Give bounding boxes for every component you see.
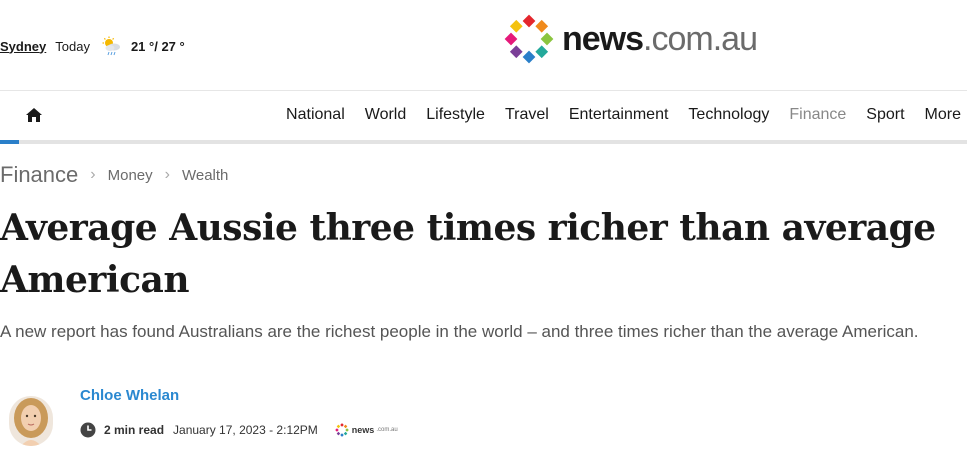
article-standfirst: A new report has found Australians are t… [0, 322, 919, 341]
logo-dot [535, 19, 549, 33]
nav-item-travel[interactable]: Travel [505, 105, 549, 125]
author-name[interactable]: Chloe Whelan [80, 387, 179, 404]
logo-dots-icon [504, 14, 554, 64]
author-avatar[interactable] [9, 396, 53, 446]
nav-item-lifestyle[interactable]: Lifestyle [426, 105, 485, 125]
news-com-au-logo-icon: news .com.au [334, 423, 398, 437]
weather-day: Today [55, 38, 90, 54]
breadcrumb-item-money[interactable]: Money [108, 167, 153, 184]
logo-dot [340, 423, 344, 427]
logo-wordmark: news.com.au [562, 20, 758, 58]
logo-dot [336, 431, 341, 436]
weather-temperatures: 21 °/ 27 ° [130, 38, 185, 54]
nav-item-entertainment[interactable]: Entertainment [569, 105, 669, 125]
logo-wordmark-news: news [562, 20, 644, 58]
nav-item-world[interactable]: World [365, 105, 407, 125]
logo-dot [343, 424, 348, 429]
article-headline: Average Aussie three times richer than a… [0, 207, 936, 301]
logo-dot [334, 428, 339, 432]
logo-dot [522, 14, 536, 28]
chevron-right-icon: › [164, 166, 170, 183]
article-meta: 2 min read January 17, 2023 - 2:12PM new… [80, 422, 398, 438]
logo-dot [504, 32, 518, 46]
logo-dot [336, 424, 341, 429]
logo-wordmark-domain: .com.au [643, 20, 758, 58]
nav-item-more[interactable]: More [925, 105, 961, 125]
home-icon[interactable] [25, 106, 43, 124]
nav-item-sport[interactable]: Sport [866, 105, 904, 125]
chevron-right-icon: › [90, 166, 96, 183]
breadcrumb: Finance › Money › Wealth [0, 162, 228, 188]
read-time: 2 min read [104, 423, 165, 437]
main-navigation: National World Lifestyle Travel Entertainmen… [0, 90, 967, 144]
breadcrumb-item-wealth[interactable]: Wealth [182, 167, 228, 184]
publish-date: January 17, 2023 - 2:12PM [173, 423, 318, 437]
logo-dot [535, 45, 549, 59]
nav-item-national[interactable]: National [286, 105, 345, 125]
nav-underline [0, 140, 967, 144]
logo-dot [345, 428, 349, 432]
weather-city[interactable]: Sydney [0, 39, 46, 54]
logo-dot [509, 19, 523, 33]
nav-home-indicator [0, 140, 19, 144]
nav-menu: National World Lifestyle Travel Entertainmen… [266, 105, 961, 125]
breadcrumb-section[interactable]: Finance [0, 162, 78, 188]
site-logo[interactable]: news.com.au [504, 14, 758, 64]
logo-dot [343, 431, 348, 436]
logo-dot [509, 45, 523, 59]
nav-item-technology[interactable]: Technology [688, 105, 769, 125]
partly-cloudy-icon [100, 36, 122, 56]
nav-item-finance[interactable]: Finance [789, 105, 846, 125]
logo-dot [540, 32, 554, 46]
weather-widget[interactable]: Sydney Today 21 °/ 27 ° [0, 36, 185, 56]
source-domain: .com.au [376, 427, 398, 433]
clock-icon [80, 422, 96, 438]
logo-dot [522, 50, 536, 64]
logo-dot [340, 433, 344, 437]
source-name: news [351, 425, 375, 435]
site-header: Sydney Today 21 °/ 27 ° news.com.au [0, 0, 967, 90]
